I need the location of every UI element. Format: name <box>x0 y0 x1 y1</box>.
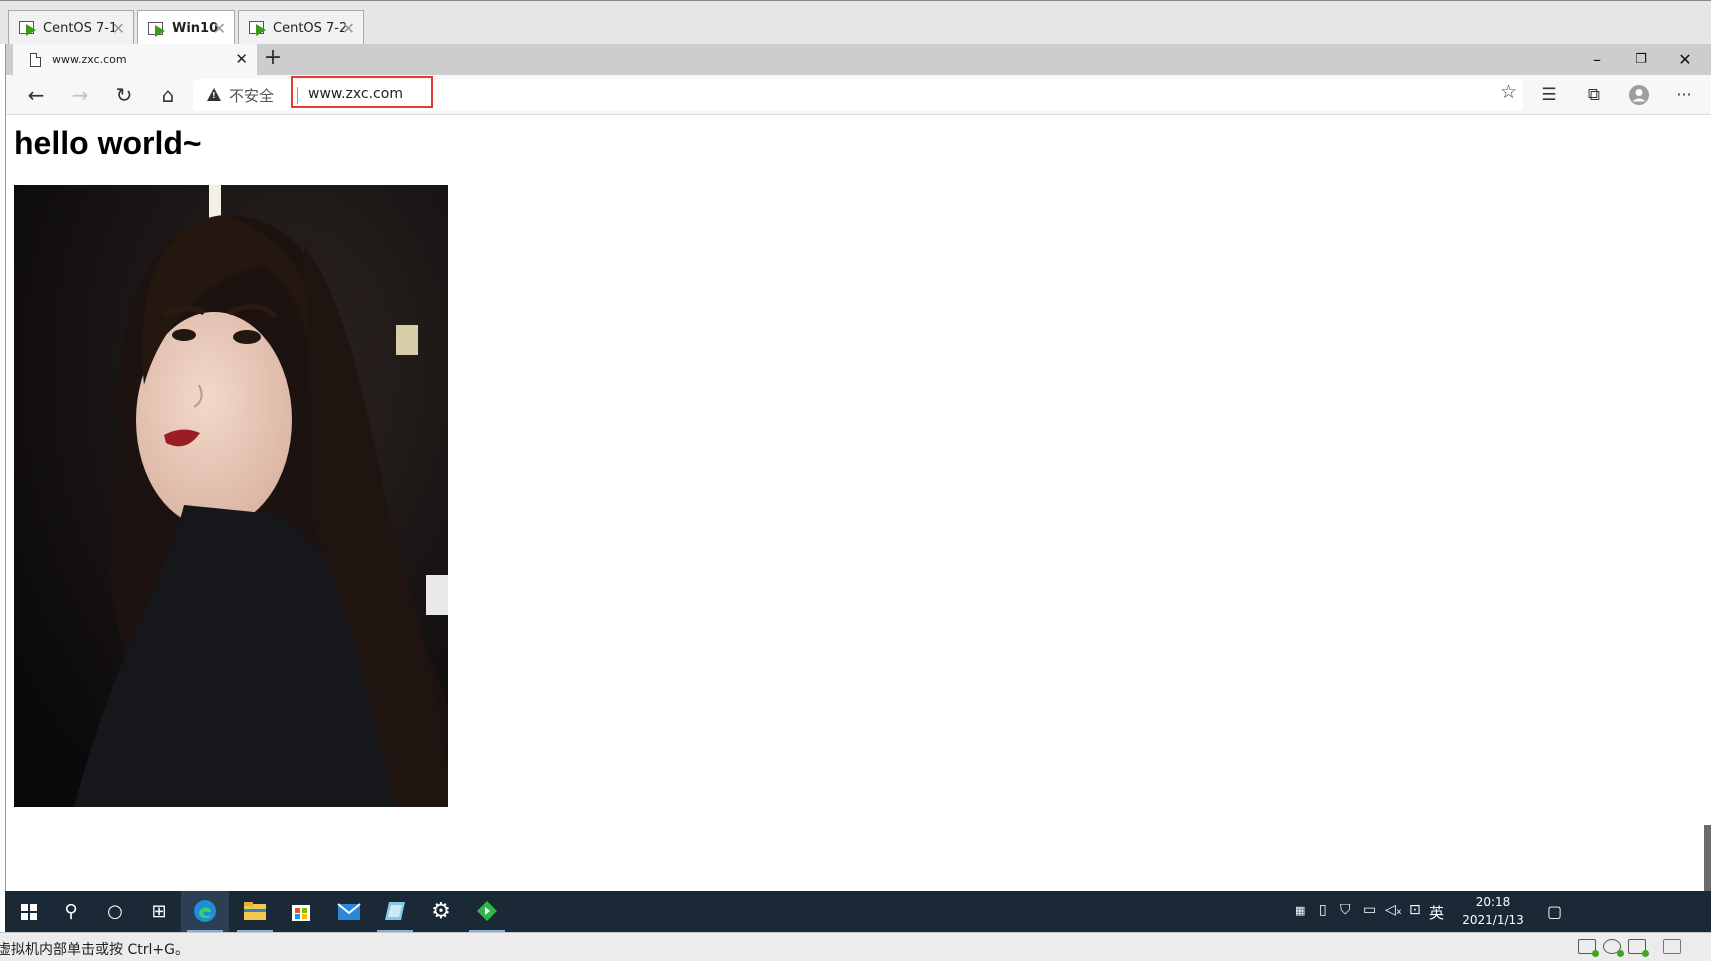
browser-tab-title: www.zxc.com <box>52 53 127 66</box>
vm-icon <box>19 20 37 36</box>
task-view-icon[interactable]: ⊞ <box>135 891 183 932</box>
close-tab-icon[interactable]: ✕ <box>235 50 248 68</box>
restore-button[interactable]: ❐ <box>1619 44 1663 75</box>
status-message: 虚拟机内部单击或按 Ctrl+G。 <box>0 942 189 958</box>
message-icon[interactable] <box>1663 939 1681 954</box>
browser-toolbar: ← → ↻ ⌂ 不安全 www.zxc.com ☆ ☰ ⧉ ··· <box>6 75 1711 115</box>
taskbar-store[interactable] <box>277 891 325 932</box>
network-icon[interactable]: ▭ <box>1363 902 1376 918</box>
vm-tab-label: CentOS 7-2 <box>273 20 348 36</box>
start-button[interactable] <box>5 891 53 932</box>
close-window-button[interactable]: ✕ <box>1663 44 1707 75</box>
taskbar-file-explorer[interactable] <box>231 891 279 932</box>
page-heading: hello world~ <box>14 125 202 161</box>
browser-tab[interactable]: www.zxc.com ✕ <box>13 44 257 75</box>
warning-icon <box>207 88 221 101</box>
taskbar-green-app[interactable] <box>463 891 511 932</box>
shield-icon[interactable]: ⛉ <box>1340 902 1351 918</box>
browser-tab-bar: www.zxc.com ✕ + – ❐ ✕ <box>6 44 1711 75</box>
close-icon[interactable]: ✕ <box>342 19 355 38</box>
vm-tab-centos-7-1[interactable]: CentOS 7-1 ✕ <box>8 10 134 45</box>
minimize-button[interactable]: – <box>1575 44 1619 75</box>
clock-time[interactable]: 20:18 <box>1453 895 1533 909</box>
taskbar-notes-app[interactable] <box>371 891 419 932</box>
input-method-icon[interactable]: ⊡ <box>1409 902 1421 918</box>
forward-button[interactable]: → <box>64 79 96 111</box>
vm-tab-strip: CentOS 7-1 ✕ Win10 ✕ CentOS 7-2 ✕ <box>0 0 1711 46</box>
usb-icon[interactable]: ▯ <box>1319 902 1327 918</box>
cortana-icon[interactable]: ○ <box>91 891 139 932</box>
windows-logo-icon <box>21 904 37 920</box>
more-menu-icon[interactable]: ··· <box>1668 79 1700 111</box>
favorite-star-icon[interactable]: ☆ <box>1500 81 1517 103</box>
vmware-status-bar: 虚拟机内部单击或按 Ctrl+G。 <box>0 932 1711 961</box>
system-tray: ▦ ▯ ⛉ ▭ ◁ₓ ⊡ 英 20:18 2021/1/13 ▢ <box>1281 891 1711 932</box>
edge-browser-window: www.zxc.com ✕ + – ❐ ✕ ← → ↻ ⌂ 不安全 www.zx… <box>5 44 1711 945</box>
web-page-content: hello world~ <box>6 116 1711 945</box>
security-indicator[interactable]: 不安全 <box>229 85 274 106</box>
taskbar-edge-app[interactable] <box>181 891 229 932</box>
hard-disk-icon[interactable] <box>1578 939 1599 957</box>
taskbar-mail[interactable] <box>325 891 373 932</box>
page-icon <box>30 52 41 67</box>
clock-date[interactable]: 2021/1/13 <box>1453 913 1533 927</box>
keyboard-icon[interactable]: ▦ <box>1295 904 1305 917</box>
collections-icon[interactable]: ⧉ <box>1578 79 1610 111</box>
address-bar[interactable]: 不安全 www.zxc.com ☆ <box>193 76 1523 111</box>
close-icon[interactable]: ✕ <box>112 19 125 38</box>
close-icon[interactable]: ✕ <box>213 19 226 38</box>
profile-avatar[interactable] <box>1623 79 1655 111</box>
vm-tab-win10[interactable]: Win10 ✕ <box>137 10 235 46</box>
refresh-button[interactable]: ↻ <box>108 79 140 111</box>
settings-gear-icon[interactable]: ⚙ <box>417 891 465 932</box>
new-tab-button[interactable]: + <box>258 46 288 72</box>
vm-tab-label: CentOS 7-1 <box>43 20 118 36</box>
vm-icon <box>148 21 166 37</box>
vm-tab-centos-7-2[interactable]: CentOS 7-2 ✕ <box>238 10 364 45</box>
vmware-workstation-window: CentOS 7-1 ✕ Win10 ✕ CentOS 7-2 ✕ www.zx… <box>0 0 1711 961</box>
volume-muted-icon[interactable]: ◁ₓ <box>1385 902 1402 918</box>
back-button[interactable]: ← <box>20 79 52 111</box>
home-button[interactable]: ⌂ <box>152 79 184 111</box>
url-highlight-box <box>291 76 433 108</box>
favorites-icon[interactable]: ☰ <box>1533 79 1565 111</box>
notification-center-icon[interactable]: ▢ <box>1547 902 1562 921</box>
search-icon[interactable]: ⚲ <box>47 891 95 932</box>
ime-language-indicator[interactable]: 英 <box>1429 902 1444 923</box>
vm-icon <box>249 20 267 36</box>
network-adapter-icon[interactable] <box>1628 939 1649 957</box>
windows-taskbar: ⚲ ○ ⊞ ⚙ ▦ ▯ ⛉ ▭ ◁ₓ ⊡ 英 20:18 2021/1/13 ▢ <box>5 891 1711 932</box>
portrait-photo <box>14 185 448 807</box>
vm-tab-label: Win10 <box>172 21 219 36</box>
cd-drive-icon[interactable] <box>1603 939 1624 957</box>
